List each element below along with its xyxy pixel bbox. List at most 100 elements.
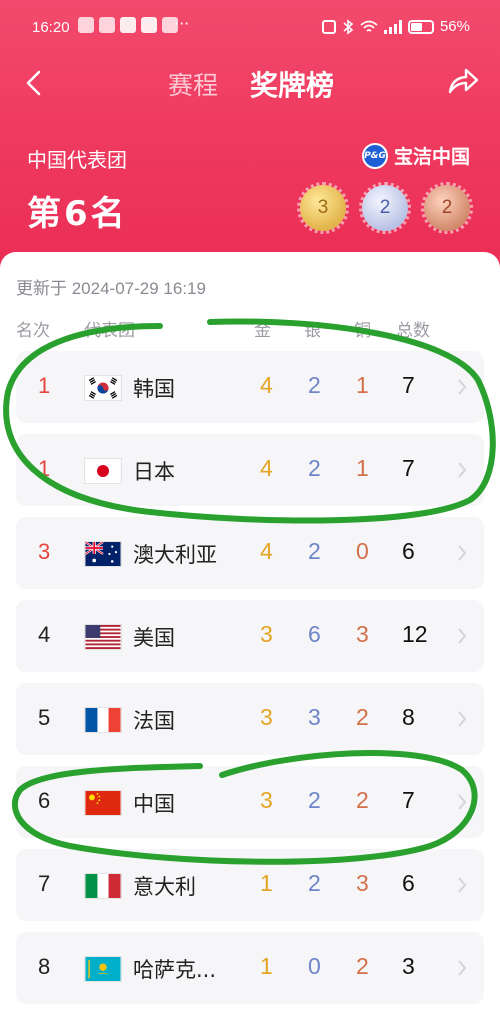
row-gold: 1 — [260, 870, 273, 896]
status-time: 16:20 — [32, 19, 70, 36]
france-flag-icon — [84, 707, 122, 733]
row-total: 7 — [402, 455, 415, 481]
row-country: 澳大利亚 — [133, 543, 217, 567]
app-notification-icon — [78, 17, 94, 33]
table-row[interactable]: 5 法国 3 3 2 8 — [16, 683, 484, 755]
row-gold: 3 — [260, 704, 273, 730]
delegation-rank: 第6名 — [27, 194, 128, 234]
row-gold: 4 — [260, 372, 273, 398]
delegation-label: 中国代表团 — [27, 148, 127, 172]
row-total: 12 — [402, 621, 428, 647]
row-silver: 2 — [308, 538, 321, 564]
table-row[interactable]: 8 哈萨克... 1 0 2 3 — [16, 932, 484, 1004]
column-header-total: 总数 — [396, 321, 430, 341]
tab-schedule[interactable]: 赛程 — [168, 66, 218, 102]
table-row[interactable]: 1 日本 4 2 1 7 — [16, 434, 484, 506]
table-row[interactable]: 7 意大利 1 2 3 6 — [16, 849, 484, 921]
table-row[interactable]: 4 美国 3 6 3 12 — [16, 600, 484, 672]
japan-flag-icon — [84, 458, 122, 484]
silver-medal-count: 2 — [359, 182, 411, 234]
pg-logo-icon: P&G — [361, 142, 388, 169]
column-header-team: 代表团 — [84, 321, 135, 341]
row-gold: 1 — [260, 953, 273, 979]
row-bronze: 2 — [356, 953, 369, 979]
row-silver: 2 — [308, 372, 321, 398]
row-silver: 6 — [308, 621, 321, 647]
notification-icons — [78, 17, 178, 33]
row-bronze: 2 — [356, 704, 369, 730]
sponsor-logo: P&G 宝洁中国 — [361, 142, 470, 169]
system-status: 56% — [321, 18, 470, 35]
row-rank: 1 — [38, 373, 51, 398]
more-notifications-icon: ··· — [174, 14, 190, 33]
row-silver: 2 — [308, 870, 321, 896]
row-rank: 5 — [38, 705, 51, 730]
row-gold: 3 — [260, 787, 273, 813]
chevron-right-icon — [458, 711, 467, 727]
row-total: 6 — [402, 538, 415, 564]
row-gold: 3 — [260, 621, 273, 647]
row-country: 意大利 — [133, 875, 196, 899]
row-bronze: 1 — [356, 455, 369, 481]
column-header-gold: 金 — [254, 321, 271, 341]
row-silver: 2 — [308, 787, 321, 813]
row-bronze: 3 — [356, 870, 369, 896]
row-country: 美国 — [133, 626, 175, 650]
row-rank: 7 — [38, 871, 51, 896]
row-silver: 3 — [308, 704, 321, 730]
row-rank: 1 — [38, 456, 51, 481]
row-total: 7 — [402, 372, 415, 398]
row-rank: 8 — [38, 954, 51, 979]
chevron-right-icon — [458, 628, 467, 644]
chevron-right-icon — [458, 379, 467, 395]
row-country: 中国 — [133, 792, 175, 816]
column-header-silver: 银 — [304, 321, 321, 341]
nav-bar: 赛程 奖牌榜 — [0, 56, 500, 108]
china-flag-icon — [84, 790, 122, 816]
row-silver: 2 — [308, 455, 321, 481]
chevron-right-icon — [458, 545, 467, 561]
row-rank: 3 — [38, 539, 51, 564]
row-total: 8 — [402, 704, 415, 730]
updated-time: 更新于 2024-07-29 16:19 — [16, 279, 206, 298]
row-rank: 6 — [38, 788, 51, 813]
column-header-bronze: 铜 — [354, 321, 371, 341]
chevron-right-icon — [458, 960, 467, 976]
wifi-icon — [360, 20, 378, 32]
chevron-right-icon — [458, 877, 467, 893]
row-bronze: 2 — [356, 787, 369, 813]
bronze-medal-count: 2 — [421, 182, 473, 234]
row-bronze: 3 — [356, 621, 369, 647]
tab-medal-table[interactable]: 奖牌榜 — [250, 64, 334, 104]
row-rank: 4 — [38, 622, 51, 647]
row-total: 7 — [402, 787, 415, 813]
italy-flag-icon — [84, 873, 122, 899]
bluetooth-icon — [343, 18, 354, 35]
row-silver: 0 — [308, 953, 321, 979]
row-country: 日本 — [133, 460, 175, 484]
row-gold: 4 — [260, 538, 273, 564]
battery-icon — [407, 19, 434, 34]
share-icon[interactable] — [446, 66, 480, 96]
column-header-rank: 名次 — [16, 321, 50, 341]
row-gold: 4 — [260, 455, 273, 481]
app-notification-icon — [99, 17, 115, 33]
row-bronze: 0 — [356, 538, 369, 564]
sponsor-name: 宝洁中国 — [393, 146, 470, 168]
row-country: 韩国 — [133, 377, 175, 401]
app-notification-icon — [141, 17, 157, 33]
row-total: 6 — [402, 870, 415, 896]
gold-medal-count: 3 — [297, 182, 349, 234]
row-country: 哈萨克... — [133, 958, 217, 982]
nfc-icon — [321, 19, 336, 34]
table-row[interactable]: 1 韩国 4 2 1 7 — [16, 351, 484, 423]
chevron-right-icon — [458, 462, 467, 478]
korea-flag-icon — [84, 375, 122, 401]
usa-flag-icon — [84, 624, 122, 650]
battery-percent: 56% — [439, 18, 470, 35]
table-row[interactable]: 6 中国 3 2 2 7 — [16, 766, 484, 838]
kazakhstan-flag-icon — [84, 956, 122, 982]
row-country: 法国 — [133, 709, 175, 733]
table-row[interactable]: 3 澳大利亚 4 2 0 6 — [16, 517, 484, 589]
back-arrow-icon[interactable] — [20, 68, 50, 98]
